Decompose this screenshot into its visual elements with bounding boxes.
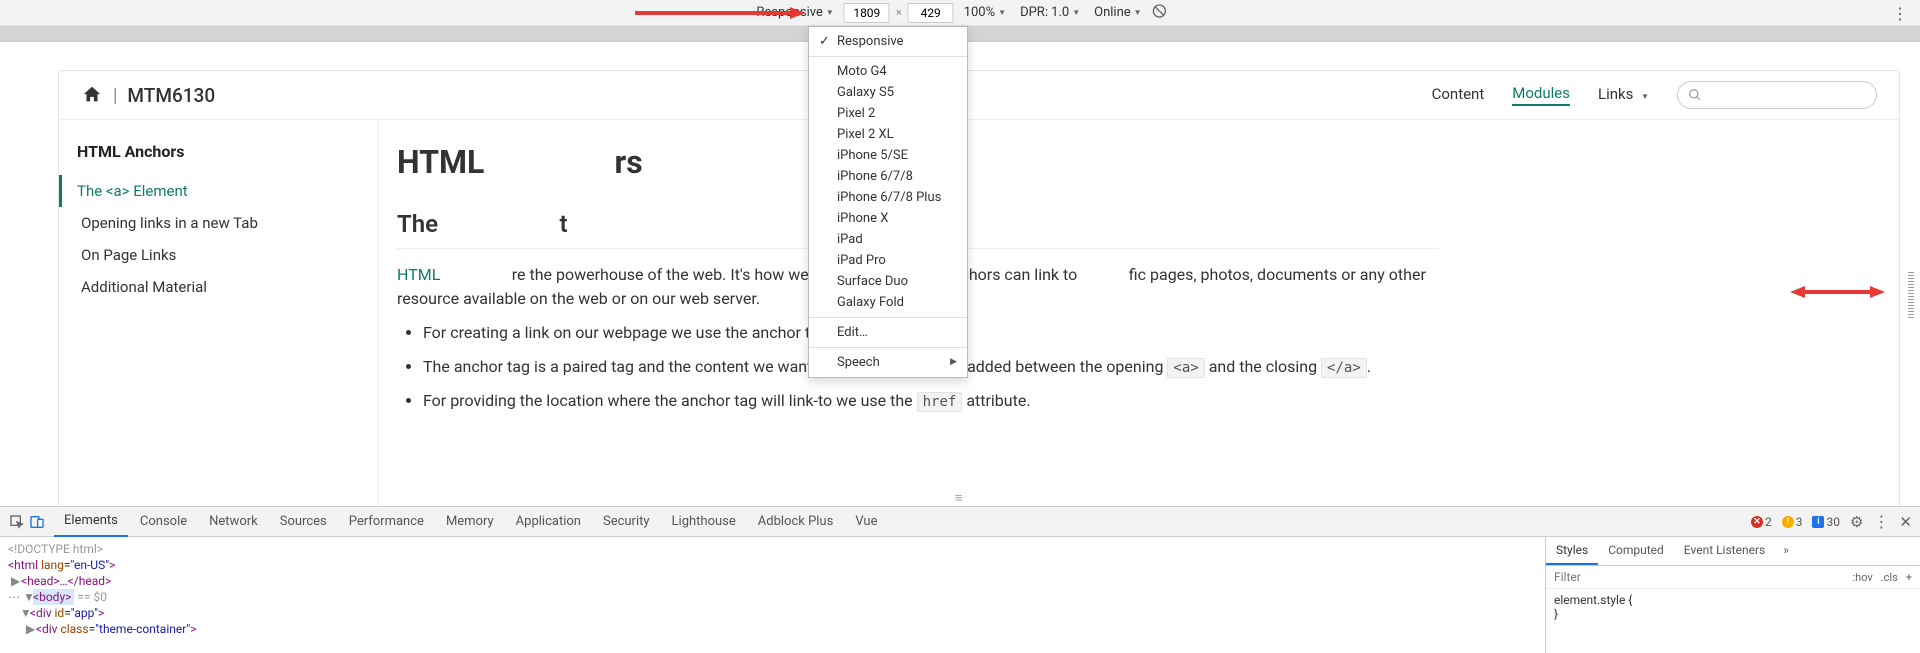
hov-toggle[interactable]: :hov: [1852, 571, 1872, 584]
styles-tab-listeners[interactable]: Event Listeners: [1674, 537, 1775, 565]
device-menu-item[interactable]: Surface Duo: [809, 271, 967, 292]
tab-elements[interactable]: Elements: [54, 506, 128, 537]
nav-links-label: Links: [1598, 85, 1633, 103]
home-icon[interactable]: [81, 84, 103, 106]
device-menu-speech[interactable]: Speech: [809, 352, 967, 373]
chevron-down-icon: ▼: [1641, 92, 1649, 101]
device-menu: Responsive Moto G4 Galaxy S5 Pixel 2 Pix…: [808, 26, 968, 378]
styles-filter-input[interactable]: [1546, 566, 1844, 588]
rotate-icon[interactable]: [1152, 3, 1168, 23]
device-menu-item[interactable]: iPad: [809, 229, 967, 250]
tab-console[interactable]: Console: [130, 507, 197, 536]
warnings-badge[interactable]: !3: [1782, 515, 1803, 529]
chevron-down-icon: ▼: [998, 8, 1006, 17]
dpr-dropdown[interactable]: DPR: 1.0 ▼: [1016, 3, 1084, 22]
list-item: For providing the location where the anc…: [423, 389, 1439, 413]
code-inline: href: [917, 392, 963, 412]
tab-network[interactable]: Network: [199, 507, 268, 536]
viewport-height-input[interactable]: [908, 3, 954, 23]
more-icon[interactable]: ⋮: [1873, 512, 1889, 531]
more-options-icon[interactable]: ⋮: [1892, 4, 1908, 23]
zoom-dropdown[interactable]: 100% ▼: [960, 3, 1010, 22]
device-menu-item[interactable]: Galaxy Fold: [809, 292, 967, 313]
horizontal-resize-handle[interactable]: [1908, 272, 1914, 320]
devtools-tabs: Elements Console Network Sources Perform…: [0, 507, 1920, 537]
zoom-label: 100%: [964, 5, 995, 20]
chevron-down-icon: ▼: [1072, 8, 1080, 17]
cls-toggle[interactable]: .cls: [1881, 571, 1898, 584]
throttle-dropdown[interactable]: Online ▼: [1090, 3, 1145, 22]
styles-rules[interactable]: element.style { }: [1546, 589, 1920, 625]
nav-content[interactable]: Content: [1432, 85, 1485, 105]
device-menu-item[interactable]: Responsive: [809, 31, 967, 52]
code-inline: <a>: [1167, 358, 1204, 378]
breadcrumb-separator: |: [113, 85, 117, 106]
page-header: | MTM6130 Content Modules Links ▼: [59, 71, 1899, 120]
throttle-label: Online: [1094, 5, 1131, 20]
device-menu-item[interactable]: iPad Pro: [809, 250, 967, 271]
nav-modules[interactable]: Modules: [1512, 84, 1570, 106]
search-input[interactable]: [1677, 81, 1877, 109]
inspect-icon[interactable]: [8, 513, 26, 531]
chevron-down-icon: ▼: [826, 8, 834, 17]
close-icon[interactable]: ✕: [1899, 513, 1912, 531]
tab-vue[interactable]: Vue: [845, 507, 887, 536]
annotation-arrow: [1790, 285, 1885, 303]
new-rule-button[interactable]: +: [1906, 571, 1912, 584]
sidebar-item-a-element[interactable]: The <a> Element: [59, 175, 360, 207]
vertical-resize-handle[interactable]: ≡: [955, 490, 966, 506]
content-link[interactable]: HTML: [397, 265, 440, 284]
annotation-arrow: [635, 6, 805, 24]
code-inline: </a>: [1321, 358, 1367, 378]
dpr-label: DPR: 1.0: [1020, 5, 1069, 20]
sidebar-item-additional[interactable]: Additional Material: [77, 271, 360, 303]
tab-application[interactable]: Application: [506, 507, 591, 536]
devtools: Elements Console Network Sources Perform…: [0, 506, 1920, 653]
device-menu-edit[interactable]: Edit…: [809, 322, 967, 343]
tab-memory[interactable]: Memory: [436, 507, 504, 536]
sidebar-item-new-tab[interactable]: Opening links in a new Tab: [77, 207, 360, 239]
tab-sources[interactable]: Sources: [270, 507, 337, 536]
device-menu-item[interactable]: iPhone 6/7/8 Plus: [809, 187, 967, 208]
device-mode-icon[interactable]: [28, 513, 46, 531]
messages-badge[interactable]: i30: [1812, 515, 1840, 529]
device-toolbar: Responsive ▼ × 100% ▼ DPR: 1.0 ▼ Online …: [0, 0, 1920, 26]
sidebar-title: HTML Anchors: [77, 142, 360, 161]
errors-badge[interactable]: ✕2: [1751, 515, 1772, 529]
sidebar-item-on-page[interactable]: On Page Links: [77, 239, 360, 271]
device-menu-item[interactable]: iPhone X: [809, 208, 967, 229]
content: HTMLxxxxxxxxrs Thexxxxxxxxxxt HTMLxxxxxx…: [379, 120, 1899, 506]
tab-security[interactable]: Security: [593, 507, 660, 536]
gear-icon[interactable]: ⚙: [1850, 513, 1863, 531]
chevron-down-icon: ▼: [1134, 8, 1142, 17]
styles-tab-computed[interactable]: Computed: [1598, 537, 1674, 565]
device-menu-item[interactable]: iPhone 6/7/8: [809, 166, 967, 187]
device-menu-item[interactable]: Moto G4: [809, 61, 967, 82]
elements-panel[interactable]: <!DOCTYPE html> <html lang="en-US"> ▶<he…: [0, 537, 1545, 653]
device-menu-item[interactable]: Pixel 2: [809, 103, 967, 124]
device-menu-item[interactable]: iPhone 5/SE: [809, 145, 967, 166]
styles-tab-styles[interactable]: Styles: [1546, 537, 1598, 565]
dimension-separator: ×: [896, 6, 902, 19]
device-menu-item[interactable]: Galaxy S5: [809, 82, 967, 103]
tab-adblock[interactable]: Adblock Plus: [748, 507, 844, 536]
nav-links[interactable]: Links ▼: [1598, 85, 1649, 105]
search-icon: [1688, 88, 1702, 102]
page-title: MTM6130: [127, 84, 215, 107]
tab-performance[interactable]: Performance: [339, 507, 434, 536]
viewport-width-input[interactable]: [844, 3, 890, 23]
device-menu-item[interactable]: Pixel 2 XL: [809, 124, 967, 145]
styles-more-icon[interactable]: »: [1775, 537, 1797, 565]
sidebar: HTML Anchors The <a> Element Opening lin…: [59, 120, 379, 506]
tab-lighthouse[interactable]: Lighthouse: [662, 507, 746, 536]
styles-panel: Styles Computed Event Listeners » :hov .…: [1545, 537, 1920, 653]
